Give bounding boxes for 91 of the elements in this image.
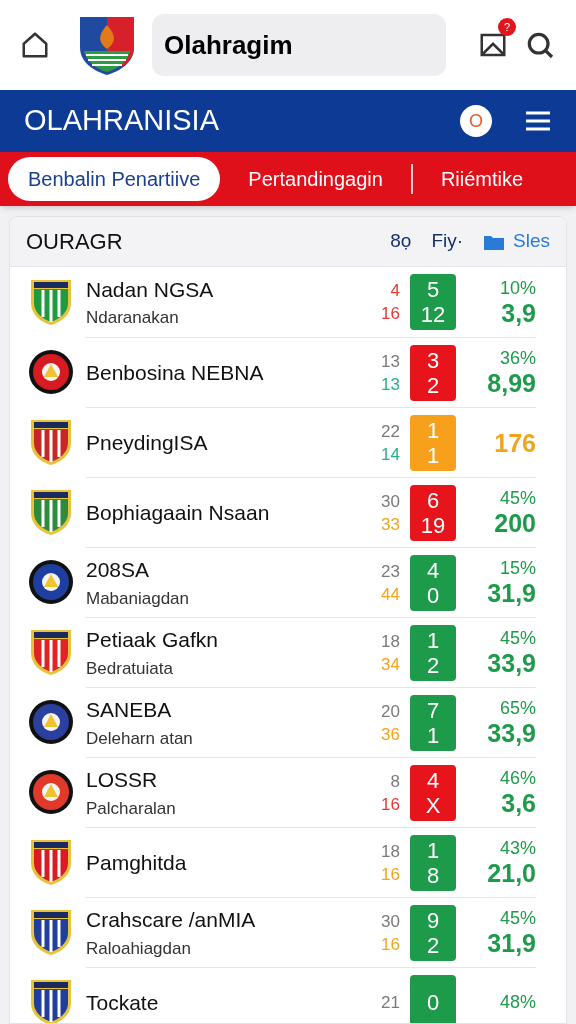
team-subtitle: Mabaniagdan	[86, 587, 191, 610]
app-title: Olahragim	[164, 28, 293, 62]
stat-number: 8	[390, 770, 400, 793]
tab[interactable]: Pertandingagin	[220, 157, 411, 201]
team-name: Bophiagaain Nsaan	[86, 499, 271, 526]
stat-number: 14	[381, 443, 400, 466]
home-icon[interactable]	[20, 30, 50, 60]
stat-number: 16	[381, 933, 400, 956]
team-subtitle: Deleharn atan	[86, 727, 194, 750]
score-number: 7	[426, 697, 440, 723]
stat-number: 30	[381, 910, 400, 933]
percentage: 65%	[499, 698, 536, 719]
rating-value: 8,99	[487, 369, 536, 397]
team-name: Pamghitda	[86, 849, 188, 876]
stat-number: 23	[381, 560, 400, 583]
percentage: 46%	[499, 768, 536, 789]
tab[interactable]: Riiémtike	[412, 157, 552, 201]
score-number: 4	[426, 557, 440, 583]
card-title: OURAGR	[26, 228, 124, 256]
tab[interactable]: Benbalin Penartiive	[8, 157, 221, 201]
stat-number: 16	[381, 793, 400, 816]
stat-number: 13	[381, 350, 400, 373]
section-title: OLAHRANISIA	[24, 103, 220, 139]
percentage: 36%	[499, 348, 536, 369]
percentage: 45%	[499, 628, 536, 649]
score-number: 4	[426, 767, 440, 793]
score-number: 12	[420, 302, 446, 327]
column-header: 8ọ	[390, 229, 412, 254]
stat-number: 21	[381, 992, 400, 1014]
team-name: Petiaak Gafkn	[86, 627, 219, 653]
menu-icon[interactable]	[524, 109, 552, 133]
rating-value: 176	[494, 428, 536, 457]
team-name: PneydingISA	[86, 429, 209, 456]
score-number: 1	[426, 722, 440, 748]
rating-value: 3,9	[501, 298, 536, 327]
score-number: 19	[420, 512, 446, 538]
score-number: 2	[426, 372, 440, 398]
column-header: Sles	[513, 229, 550, 254]
team-name: Crahscare /anMIA	[86, 907, 257, 933]
team-name: Nadan NGSA	[86, 276, 215, 303]
score-number: 0	[426, 990, 440, 1015]
rating-value: 3,6	[501, 789, 536, 817]
team-subtitle: Palcharalan	[86, 797, 177, 820]
team-name: SANEBA	[86, 697, 173, 723]
notification-badge: ?	[498, 18, 516, 36]
score-number: 3	[426, 347, 440, 373]
stat-number: 18	[381, 840, 400, 863]
stat-number: 44	[381, 583, 400, 606]
stat-number: 18	[381, 630, 400, 653]
team-subtitle: Ndaranakan	[86, 307, 180, 329]
rating-value: 33,9	[487, 649, 536, 677]
score-number: 1	[426, 442, 440, 468]
score-number: 8	[426, 862, 440, 888]
team-subtitle: Bedratuiata	[86, 657, 174, 680]
team-name: LOSSR	[86, 767, 159, 793]
rating-value: 31,9	[487, 929, 536, 957]
percentage: 45%	[499, 908, 536, 929]
rating-value: 31,9	[487, 579, 536, 607]
stat-number: 4	[390, 280, 400, 302]
stat-number: 16	[381, 303, 400, 325]
score-number: 1	[426, 837, 440, 863]
rating-value: 21,0	[487, 859, 536, 887]
percentage: 45%	[499, 488, 536, 509]
score-number: 2	[426, 932, 440, 958]
stat-number: 16	[381, 863, 400, 886]
stat-number: 33	[381, 513, 400, 536]
percentage: 48%	[499, 992, 536, 1013]
stat-number: 13	[381, 373, 400, 396]
score-number: 0	[426, 582, 440, 608]
score-number: 6	[426, 487, 440, 513]
score-number: X	[425, 792, 441, 818]
team-name: 208SA	[86, 557, 151, 583]
percentage: 43%	[499, 838, 536, 859]
score-number: 2	[426, 652, 440, 678]
score-number: 1	[426, 417, 440, 443]
rating-value: 200	[494, 509, 536, 537]
team-name: Benbosina NEBNA	[86, 359, 265, 386]
score-number: 1	[426, 627, 440, 653]
stat-number: 36	[381, 723, 400, 746]
team-name: Tockate	[86, 989, 160, 1016]
rating-value: 33,9	[487, 719, 536, 747]
stat-number: 22	[381, 420, 400, 443]
team-subtitle: Raloahiagdan	[86, 937, 192, 960]
stat-number: 30	[381, 490, 400, 513]
score-number: 5	[426, 277, 440, 302]
percentage: 15%	[499, 558, 536, 579]
stat-number: 20	[381, 700, 400, 723]
percentage: 10%	[499, 277, 536, 299]
column-header: Fiy·	[431, 229, 464, 254]
score-number: 9	[426, 907, 440, 933]
stat-number: 34	[381, 653, 400, 676]
